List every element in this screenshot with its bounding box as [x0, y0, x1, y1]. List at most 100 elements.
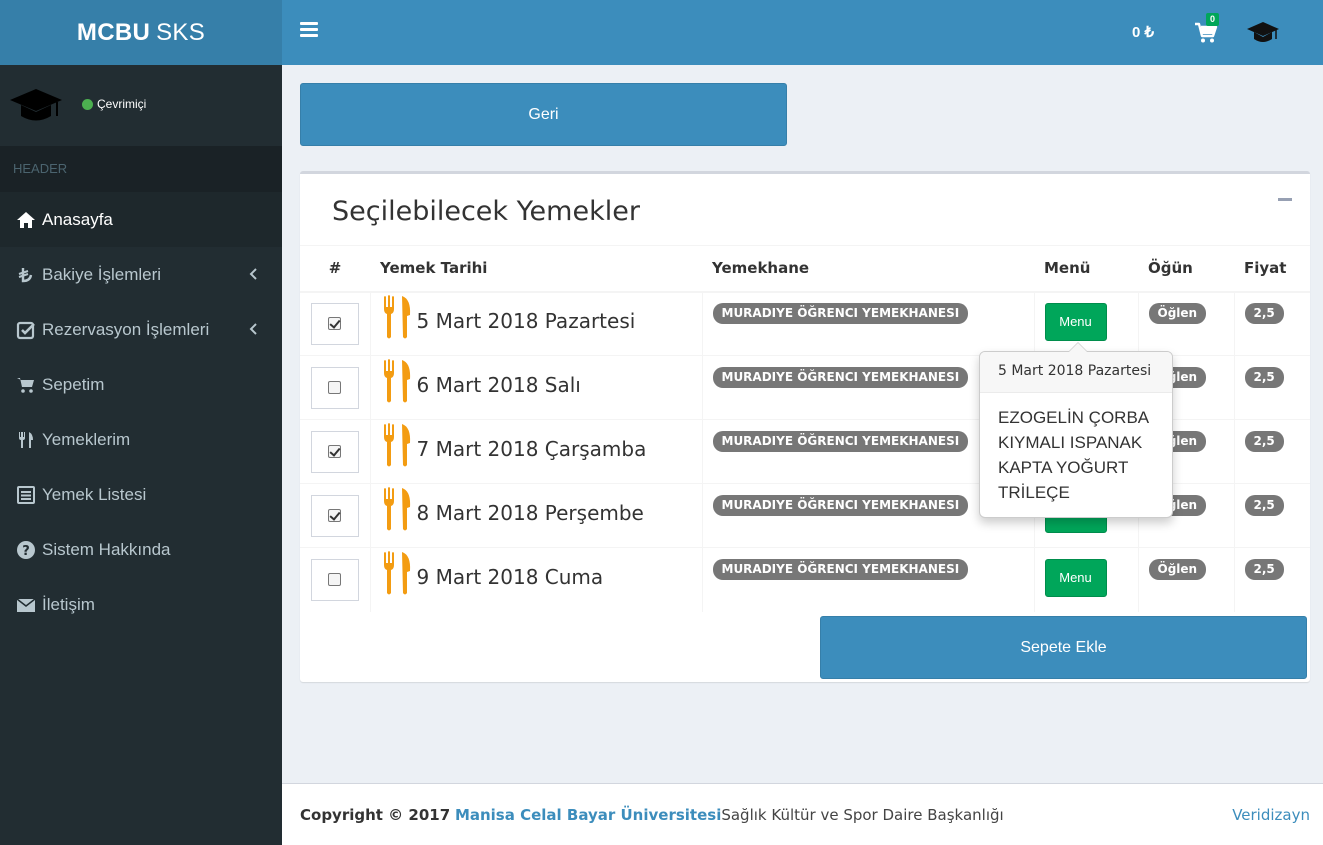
envelope-icon — [16, 597, 36, 612]
sidebar-item-label: Sepetim — [42, 374, 105, 394]
sidebar-item-label: Yemeklerim — [42, 429, 131, 449]
hall-badge: MURADIYE ÖĞRENCI YEMEKHANESI — [712, 366, 969, 388]
price-badge: 2,5 — [1244, 494, 1284, 516]
price-badge: 2,5 — [1244, 430, 1284, 452]
select-cell — [300, 419, 370, 484]
row-checkbox-wrapper[interactable] — [310, 366, 359, 409]
user-avatar-graduation-cap-icon — [10, 89, 62, 121]
column-header: # — [300, 245, 370, 293]
popover-title: 5 Mart 2018 Pazartesi — [980, 352, 1172, 393]
popover-arrow — [1068, 342, 1088, 352]
menu-cell: Menu — [1033, 547, 1138, 612]
price-cell: 2,5 — [1233, 419, 1310, 484]
sidebar-item-anasayfa[interactable]: Anasayfa — [0, 192, 282, 247]
veridizayn-link[interactable]: Veridizayn — [1232, 806, 1310, 824]
row-checkbox[interactable] — [328, 573, 342, 587]
column-header: Öğün — [1138, 245, 1234, 293]
logo-light-text: SKS — [156, 18, 206, 46]
hall-cell: MURADIYE ÖĞRENCI YEMEKHANESI — [701, 291, 1034, 356]
row-checkbox-wrapper[interactable] — [310, 302, 359, 345]
sidebar-item-label: Bakiye İşlemleri — [42, 264, 162, 284]
footer: Copyright © 2017 Manisa Celal Bayar Üniv… — [282, 783, 1323, 845]
row-checkbox[interactable] — [328, 381, 342, 394]
sidebar-item-bakiye[interactable]: Bakiye İşlemleri — [0, 247, 282, 302]
balance-display[interactable]: 0 ₺ — [1132, 23, 1154, 41]
sidebar-item-sistem-hakkinda[interactable]: ? Sistem Hakkında — [0, 522, 282, 577]
select-cell — [300, 483, 370, 548]
online-status-label: Çevrimiçi — [97, 97, 147, 111]
meal-date: 5 Mart 2018 Pazartesi — [416, 308, 636, 333]
chevron-left-icon — [249, 323, 257, 335]
popover-menu-line: KIYMALI ISPANAK — [998, 433, 1143, 452]
box-title: Seçilebilecek Yemekler — [332, 196, 640, 227]
graduation-cap-icon[interactable] — [1246, 20, 1280, 46]
date-cell: 5 Mart 2018 Pazartesi — [369, 291, 702, 356]
add-to-cart-button[interactable]: Sepete Ekle — [820, 616, 1307, 679]
column-header: Fiyat — [1234, 245, 1310, 293]
popover-menu-line: EZOGELİN ÇORBA — [998, 408, 1150, 427]
meal-date: 7 Mart 2018 Çarşamba — [416, 436, 647, 461]
row-checkbox-wrapper[interactable] — [310, 494, 359, 537]
footer-copyright: Copyright © 2017 Manisa Celal Bayar Üniv… — [300, 806, 1004, 824]
meal-badge: Öğlen — [1148, 558, 1207, 580]
online-dot-icon — [82, 98, 93, 110]
price-badge: 2,5 — [1244, 302, 1284, 324]
logo-bold-text: MCBU — [76, 18, 151, 46]
sidebar-item-label: Anasayfa — [42, 209, 113, 229]
university-link[interactable]: Manisa Celal Bayar Üniversitesi — [455, 806, 721, 824]
back-button[interactable]: Geri — [300, 83, 787, 146]
meal-date: 6 Mart 2018 Salı — [416, 372, 581, 397]
hall-badge: MURADIYE ÖĞRENCI YEMEKHANESI — [712, 494, 969, 516]
date-cell: 9 Mart 2018 Cuma — [369, 547, 702, 612]
sidebar-item-label: Rezervasyon İşlemleri — [42, 319, 210, 339]
row-checkbox[interactable] — [328, 445, 342, 458]
fork-knife-icon — [383, 294, 410, 339]
lira-icon — [18, 267, 33, 282]
meal-cell: Öğlen — [1137, 547, 1234, 612]
row-checkbox[interactable] — [328, 509, 342, 522]
sidebar-item-label: İletişim — [42, 594, 95, 614]
column-header: Yemek Tarihi — [370, 245, 702, 293]
menu-button[interactable]: Menu — [1044, 302, 1107, 341]
row-checkbox-wrapper[interactable] — [310, 430, 359, 473]
price-cell: 2,5 — [1233, 483, 1310, 548]
sidebar-item-yemek-listesi[interactable]: Yemek Listesi — [0, 467, 282, 522]
row-checkbox[interactable] — [328, 317, 342, 331]
select-cell — [300, 291, 370, 356]
hamburger-menu-icon[interactable] — [300, 22, 318, 42]
sidebar-section-header: HEADER — [0, 146, 282, 192]
user-panel: Çevrimiçi — [0, 65, 282, 146]
row-checkbox-wrapper[interactable] — [310, 558, 359, 601]
list-icon — [17, 485, 35, 504]
date-cell: 6 Mart 2018 Salı — [369, 355, 702, 420]
popover-menu-line: TRİLEÇE — [998, 483, 1070, 502]
meal-date: 8 Mart 2018 Perşembe — [416, 500, 644, 525]
popover-menu-line: KAPTA YOĞURT — [998, 458, 1129, 477]
sidebar-item-yemeklerim[interactable]: Yemeklerim — [0, 412, 282, 467]
cart-count-badge: 0 — [1206, 13, 1219, 26]
online-status: Çevrimiçi — [82, 97, 146, 111]
svg-text:?: ? — [22, 544, 30, 559]
table-header-row: # Yemek Tarihi Yemekhane Menü Öğün Fiyat — [300, 245, 1310, 293]
price-cell: 2,5 — [1233, 291, 1310, 356]
sidebar: Çevrimiçi HEADER Anasayfa Bakiye İşlemle… — [0, 65, 282, 845]
meal-date: 9 Mart 2018 Cuma — [416, 564, 604, 589]
meal-badge: Öğlen — [1148, 302, 1207, 324]
price-cell: 2,5 — [1233, 355, 1310, 420]
table-row: 5 Mart 2018 Pazartesi MURADIYE ÖĞRENCI YE… — [300, 291, 1310, 356]
collapse-minus-icon[interactable] — [1278, 198, 1292, 201]
date-cell: 8 Mart 2018 Perşembe — [369, 483, 702, 548]
app-logo[interactable]: MCBU SKS — [0, 0, 282, 65]
sidebar-item-sepetim[interactable]: Sepetim — [0, 357, 282, 412]
menu-button[interactable]: Menu — [1044, 558, 1107, 597]
check-square-icon — [16, 321, 35, 339]
sidebar-item-label: Yemek Listesi — [42, 484, 147, 504]
question-circle-icon: ? — [17, 540, 35, 559]
department-text: Sağlık Kültür ve Spor Daire Başkanlığı — [721, 806, 1004, 824]
sidebar-item-rezervasyon[interactable]: Rezervasyon İşlemleri — [0, 302, 282, 357]
fork-knife-icon — [383, 358, 410, 402]
fork-knife-icon — [383, 486, 410, 530]
meal-cell: Öğlen — [1137, 291, 1234, 356]
sidebar-item-iletisim[interactable]: İletişim — [0, 577, 282, 632]
cutlery-icon — [19, 431, 33, 448]
